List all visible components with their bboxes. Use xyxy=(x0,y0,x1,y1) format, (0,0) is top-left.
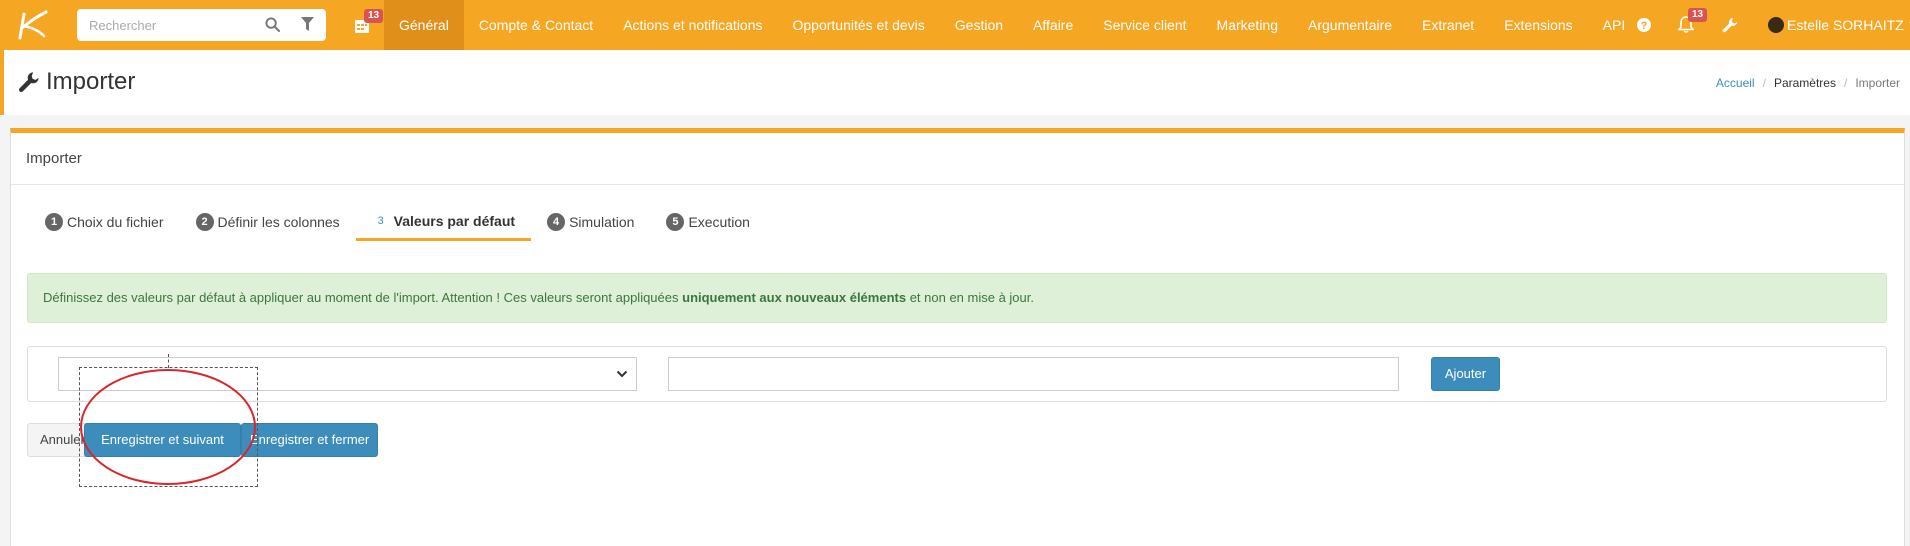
nav-item-general[interactable]: Général xyxy=(384,0,464,50)
alert-text-before: Définissez des valeurs par défaut à appl… xyxy=(43,290,683,305)
action-buttons: Annuler Enregistrer et suivant Enregistr… xyxy=(27,423,378,457)
nav-item-extranet[interactable]: Extranet xyxy=(1407,0,1489,50)
add-button[interactable]: Ajouter xyxy=(1431,357,1500,391)
nav-item-actions-notifications[interactable]: Actions et notifications xyxy=(608,0,777,50)
step-label: Execution xyxy=(688,214,750,230)
nav-item-opportunites-devis[interactable]: Opportunités et devis xyxy=(778,0,940,50)
step-number: 1 xyxy=(45,213,63,231)
search-icon[interactable] xyxy=(265,17,281,35)
app-logo[interactable] xyxy=(0,0,60,50)
step-valeurs-defaut[interactable]: 3 Valeurs par défaut xyxy=(355,203,532,241)
chevron-down-icon xyxy=(616,370,628,378)
nav-item-marketing[interactable]: Marketing xyxy=(1202,0,1293,50)
top-bar: 13 Général Compte & Contact Actions et n… xyxy=(0,0,1910,50)
nav-item-extensions[interactable]: Extensions xyxy=(1489,0,1587,50)
breadcrumb-home[interactable]: Accueil xyxy=(1716,76,1755,90)
page-header: Importer Accueil / Paramètres / Importer xyxy=(0,50,1910,115)
wrench-icon[interactable] xyxy=(1722,17,1738,36)
breadcrumb-current: Importer xyxy=(1855,76,1900,90)
step-number: 4 xyxy=(547,213,566,231)
save-next-button[interactable]: Enregistrer et suivant xyxy=(84,423,241,457)
default-value-row: Ajouter xyxy=(27,346,1887,402)
save-close-button[interactable]: Enregistrer et fermer xyxy=(241,423,378,457)
step-simulation[interactable]: 4 Simulation xyxy=(531,203,650,241)
step-definir-colonnes[interactable]: 2 Définir les colonnes xyxy=(180,203,356,241)
alert-text-strong: uniquement aux nouveaux éléments xyxy=(682,290,907,305)
help-icon[interactable]: ? xyxy=(1636,17,1652,36)
nav-item-affaire[interactable]: Affaire xyxy=(1018,0,1088,50)
breadcrumb: Accueil / Paramètres / Importer xyxy=(1715,76,1900,90)
step-choix-fichier[interactable]: 1 Choix du fichier xyxy=(29,203,180,241)
step-number: 3 xyxy=(377,214,384,227)
breadcrumb-parent[interactable]: Paramètres xyxy=(1774,76,1836,90)
step-label: Choix du fichier xyxy=(67,214,164,230)
step-label: Simulation xyxy=(569,214,635,230)
svg-text:?: ? xyxy=(1641,20,1648,32)
panel-title: Importer xyxy=(11,133,1904,185)
notifications-button[interactable]: 13 xyxy=(1677,8,1708,36)
user-menu[interactable]: Estelle SORHAITZ xyxy=(1768,0,1910,50)
field-select[interactable] xyxy=(58,357,637,391)
nav-item-argumentaire[interactable]: Argumentaire xyxy=(1293,0,1407,50)
notifications-badge: 13 xyxy=(1688,8,1708,22)
wrench-icon xyxy=(18,72,39,93)
default-value-input[interactable] xyxy=(668,357,1399,391)
search-box xyxy=(77,9,326,41)
step-execution[interactable]: 5 Execution xyxy=(650,203,765,241)
user-name: Estelle SORHAITZ xyxy=(1787,17,1904,33)
wizard-steps: 1 Choix du fichier 2 Définir les colonne… xyxy=(29,203,766,241)
step-label: Valeurs par défaut xyxy=(393,212,516,229)
avatar xyxy=(1768,17,1784,33)
step-number: 5 xyxy=(666,213,685,231)
search-input[interactable] xyxy=(89,17,249,33)
nav-item-gestion[interactable]: Gestion xyxy=(940,0,1018,50)
main-nav: Général Compte & Contact Actions et noti… xyxy=(384,0,1640,50)
calendar-button[interactable]: 13 xyxy=(352,9,384,38)
step-label: Définir les colonnes xyxy=(217,214,340,230)
info-alert: Définissez des valeurs par défaut à appl… xyxy=(27,273,1887,323)
nav-item-compte-contact[interactable]: Compte & Contact xyxy=(464,0,608,50)
nav-item-api[interactable]: API xyxy=(1588,0,1641,50)
filter-icon[interactable] xyxy=(301,17,314,35)
page-title-text: Importer xyxy=(46,68,136,95)
calendar-badge: 13 xyxy=(364,9,384,23)
step-number: 2 xyxy=(195,213,214,231)
alert-text-after: et non en mise à jour. xyxy=(906,290,1034,305)
logo-icon xyxy=(18,10,48,40)
page-title: Importer xyxy=(18,68,135,96)
nav-item-service-client[interactable]: Service client xyxy=(1088,0,1201,50)
import-panel: Importer 1 Choix du fichier 2 Définir le… xyxy=(10,128,1905,546)
